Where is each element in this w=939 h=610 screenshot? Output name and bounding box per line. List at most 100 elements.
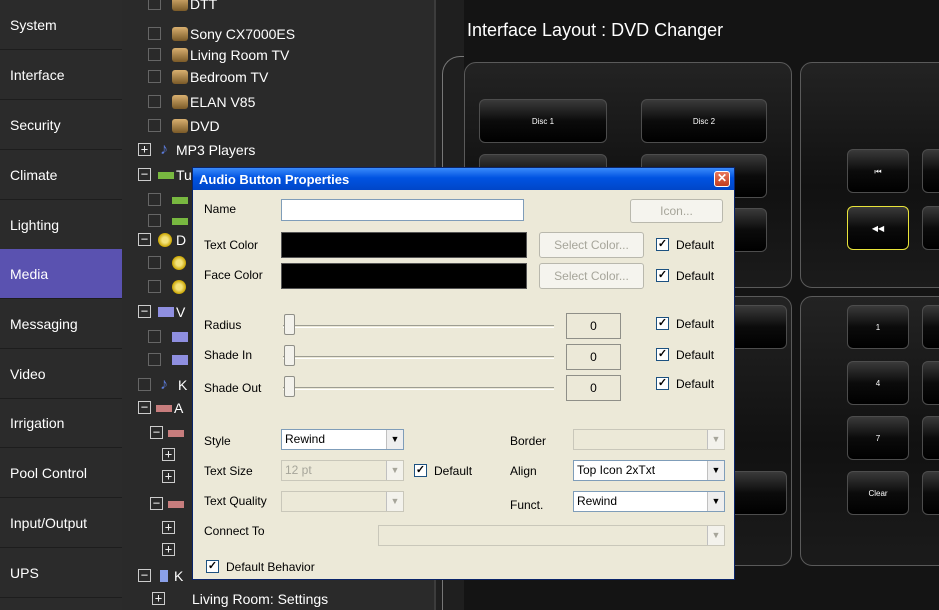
collapse-icon[interactable]: − [150, 426, 163, 439]
device-icon [172, 0, 188, 11]
music-note-icon: ♪ [160, 376, 168, 393]
close-icon[interactable]: ✕ [714, 171, 730, 187]
text-quality-select[interactable]: ▼ [281, 491, 404, 512]
device-icon [172, 70, 188, 84]
text-color-swatch[interactable] [281, 232, 527, 258]
keypad-icon [160, 570, 168, 582]
layout-button[interactable] [727, 305, 787, 349]
num-1-button[interactable]: 1 [847, 305, 909, 349]
select-face-color-button[interactable]: Select Color... [539, 263, 644, 289]
shade-out-value: 0 [566, 375, 621, 401]
transport-button[interactable] [922, 206, 939, 250]
nav-item-system[interactable]: System [0, 0, 122, 50]
num-7-button[interactable]: 7 [847, 416, 909, 460]
icon-button[interactable]: Icon... [630, 199, 723, 223]
tree-label: D [176, 232, 187, 248]
tree-checkbox[interactable] [148, 193, 161, 206]
expand-icon[interactable]: + [162, 470, 175, 483]
collapse-icon[interactable]: − [138, 305, 151, 318]
face-color-default-checkbox[interactable]: ✓ [656, 269, 669, 282]
tree-checkbox[interactable] [148, 0, 161, 10]
radius-slider-thumb[interactable] [284, 314, 295, 335]
tree-checkbox[interactable] [138, 378, 151, 391]
default-behavior-checkbox[interactable]: ✓ [206, 560, 219, 573]
text-size-default-checkbox[interactable]: ✓ [414, 464, 427, 477]
text-size-select[interactable]: 12 pt ▼ [281, 460, 404, 481]
video-icon [172, 332, 188, 342]
shade-out-default-checkbox[interactable]: ✓ [656, 377, 669, 390]
tree-checkbox[interactable] [148, 330, 161, 343]
collapse-icon[interactable]: − [138, 233, 151, 246]
connect-to-label: Connect To [204, 524, 265, 538]
num-2-button[interactable] [922, 305, 939, 349]
layout-button[interactable] [727, 471, 787, 515]
tuner-icon [172, 218, 188, 225]
nav-item-climate[interactable]: Climate [0, 150, 122, 200]
collapse-icon[interactable]: − [138, 569, 151, 582]
shade-in-slider-track[interactable] [283, 356, 554, 359]
radius-default-checkbox[interactable]: ✓ [656, 317, 669, 330]
expand-icon[interactable]: + [162, 543, 175, 556]
collapse-icon[interactable]: − [138, 401, 151, 414]
num-4-button[interactable]: 4 [847, 361, 909, 405]
transport-button[interactable] [922, 149, 939, 193]
clear-button[interactable]: Clear [847, 471, 909, 515]
face-color-swatch[interactable] [281, 263, 527, 289]
expand-icon[interactable]: + [138, 143, 151, 156]
disc-1-button[interactable]: Disc 1 [479, 99, 607, 143]
chevron-down-icon: ▼ [386, 430, 403, 449]
nav-item-media[interactable]: Media [0, 249, 122, 299]
shade-out-slider-thumb[interactable] [284, 376, 295, 397]
tree-checkbox[interactable] [148, 214, 161, 227]
chevron-down-icon: ▼ [707, 461, 724, 480]
expand-icon[interactable]: + [162, 521, 175, 534]
tree-checkbox[interactable] [148, 95, 161, 108]
style-select[interactable]: Rewind ▼ [281, 429, 404, 450]
align-select[interactable]: Top Icon 2xTxt ▼ [573, 460, 725, 481]
rewind-button[interactable]: ◀◀ [847, 206, 909, 250]
num-8-button[interactable] [922, 416, 939, 460]
num-5-button[interactable] [922, 361, 939, 405]
dialog-title: Audio Button Properties [199, 172, 350, 187]
collapse-icon[interactable]: − [150, 497, 163, 510]
tree-checkbox[interactable] [148, 256, 161, 269]
nav-item-irrigation[interactable]: Irrigation [0, 398, 122, 448]
shade-out-slider-track[interactable] [283, 387, 554, 390]
tree-checkbox[interactable] [148, 280, 161, 293]
layout-panel-numpad: 1 4 7 Clear [800, 296, 939, 566]
nav-item-pool-control[interactable]: Pool Control [0, 448, 122, 498]
previous-button[interactable]: ⏮ [847, 149, 909, 193]
tree-checkbox[interactable] [148, 70, 161, 83]
nav-item-lighting[interactable]: Lighting [0, 200, 122, 250]
tree-label: Living Room TV [190, 47, 290, 63]
num-0-button[interactable] [922, 471, 939, 515]
audio-icon [156, 405, 172, 412]
nav-item-ups[interactable]: UPS [0, 548, 122, 598]
name-input[interactable] [281, 199, 524, 221]
disc-2-button[interactable]: Disc 2 [641, 99, 767, 143]
dialog-titlebar[interactable]: Audio Button Properties ✕ [193, 168, 734, 190]
expand-icon[interactable]: + [152, 592, 165, 605]
shade-in-slider-thumb[interactable] [284, 345, 295, 366]
tree-checkbox[interactable] [148, 48, 161, 61]
tree-checkbox[interactable] [148, 27, 161, 40]
tree-checkbox[interactable] [148, 119, 161, 132]
video-icon [158, 307, 174, 317]
text-color-default-checkbox[interactable]: ✓ [656, 238, 669, 251]
border-select[interactable]: ▼ [573, 429, 725, 450]
shade-in-label: Shade In [204, 348, 253, 362]
nav-item-video[interactable]: Video [0, 349, 122, 399]
nav-item-input-output[interactable]: Input/Output [0, 498, 122, 548]
select-text-color-button[interactable]: Select Color... [539, 232, 644, 258]
nav-item-interface[interactable]: Interface [0, 50, 122, 100]
nav-item-messaging[interactable]: Messaging [0, 299, 122, 349]
collapse-icon[interactable]: − [138, 168, 151, 181]
connect-to-select[interactable]: ▼ [378, 525, 725, 546]
expand-icon[interactable]: + [162, 448, 175, 461]
default-label: Default [676, 269, 715, 283]
nav-item-security[interactable]: Security [0, 100, 122, 150]
radius-slider-track[interactable] [283, 325, 554, 328]
funct-select[interactable]: Rewind ▼ [573, 491, 725, 512]
shade-in-default-checkbox[interactable]: ✓ [656, 348, 669, 361]
tree-checkbox[interactable] [148, 353, 161, 366]
